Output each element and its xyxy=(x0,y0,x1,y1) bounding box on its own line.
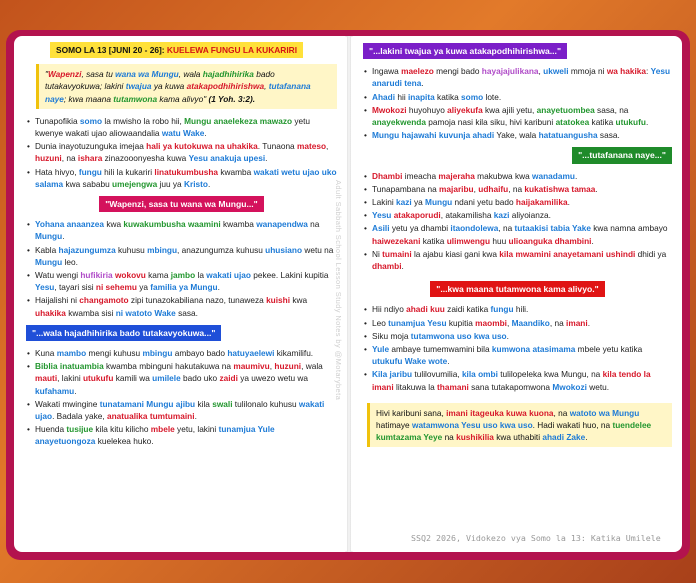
list-item: Yohana anaanzea kwa kuwakumbusha waamini… xyxy=(27,218,337,242)
lesson-title: SOMO LA 13 [JUNI 20 - 26]: KUELEWA FUNGU… xyxy=(50,42,304,59)
section-header-wapenzi: "Wapenzi, sasa tu wana wa Mungu..." xyxy=(99,196,264,213)
list-item: Mungu hajawahi kuvunja ahadi Yake, wala … xyxy=(364,129,672,141)
list-item: Biblia inatuambia kwamba mbinguni hakuta… xyxy=(27,360,337,397)
book-frame: SOMO LA 13 [JUNI 20 - 26]: KUELEWA FUNGU… xyxy=(6,30,690,560)
list-item: Leo tunamjua Yesu kupitia maombi, Maandi… xyxy=(364,317,672,329)
list-item: Ni tumaini la ajabu kiasi gani kwa kila … xyxy=(364,248,672,272)
left-page: SOMO LA 13 [JUNI 20 - 26]: KUELEWA FUNGU… xyxy=(14,36,347,552)
intro-list: Tunapofikia somo la mwisho la robo hii, … xyxy=(26,115,337,190)
list-item: Dhambi imeacha majeraha makubwa kwa wana… xyxy=(364,170,672,182)
list-item: Yule ambaye tumemwamini bila kumwona ata… xyxy=(364,343,672,367)
list-item: Kabla hajazungumza kuhusu mbingu, anazun… xyxy=(27,244,337,268)
section-header-twajua: "...lakini twajua ya kuwa atakapodhihiri… xyxy=(363,43,568,60)
page-footer: SSQ2 2026, Vidokezo vya Somo la 13: Kati… xyxy=(411,532,661,543)
list-item: Hii ndiyo ahadi kuu zaidi katika fungu h… xyxy=(364,303,672,315)
list-item: Ahadi hii inapita katika somo lote. xyxy=(364,91,672,103)
watermark-text: Adult Sabbath School Lesson Study Notes … xyxy=(334,180,343,401)
section2-list: Kuna mambo mengi kuhusu mbingu ambayo ba… xyxy=(26,347,337,448)
section-header-tutafanana: "...tutafanana naye..." xyxy=(572,147,672,164)
list-item: Kila jaribu tulilovumilia, kila ombi tul… xyxy=(364,368,672,392)
section-header-tutamwona: "...kwa maana tutamwona kama alivyo." xyxy=(430,281,605,298)
list-item: Asili yetu ya dhambi itaondolewa, na tut… xyxy=(364,222,672,246)
summary-box: Hivi karibuni sana, imani itageuka kuwa … xyxy=(367,402,672,448)
section5-list: Hii ndiyo ahadi kuu zaidi katika fungu h… xyxy=(363,303,672,392)
list-item: Tunapambana na majaribu, udhaifu, na kuk… xyxy=(364,183,672,195)
list-item: Dunia inayotuzunguka imejaa hali ya kuto… xyxy=(27,140,337,164)
section3-list: Ingawa maelezo mengi bado hayajajulikana… xyxy=(363,65,672,141)
list-item: Siku moja tutamwona uso kwa uso. xyxy=(364,330,672,342)
memory-verse-box: "Wapenzi, sasa tu wana wa Mungu, wala ha… xyxy=(36,64,337,109)
list-item: Kuna mambo mengi kuhusu mbingu ambayo ba… xyxy=(27,347,337,359)
section4-list: Dhambi imeacha majeraha makubwa kwa wana… xyxy=(363,170,672,273)
list-item: Watu wengi hufikiria wokovu kama jambo l… xyxy=(27,269,337,293)
list-item: Haijalishi ni changamoto zipi tunazokabi… xyxy=(27,294,337,318)
list-item: Yesu atakaporudi, atakamilisha kazi aliy… xyxy=(364,209,672,221)
list-item: Mwokozi huyohuyo aliyekufa kwa ajili yet… xyxy=(364,104,672,128)
list-item: Lakini kazi ya Mungu ndani yetu bado hai… xyxy=(364,196,672,208)
list-item: Huenda tusijue kila kitu kilicho mbele y… xyxy=(27,423,337,447)
list-item: Ingawa maelezo mengi bado hayajajulikana… xyxy=(364,65,672,89)
right-page: "...lakini twajua ya kuwa atakapodhihiri… xyxy=(351,36,682,552)
list-item: Tunapofikia somo la mwisho la robo hii, … xyxy=(27,115,337,139)
section1-list: Yohana anaanzea kwa kuwakumbusha waamini… xyxy=(26,218,337,319)
section-header-wala: "...wala hajadhihirika bado tutakavyokuw… xyxy=(26,324,222,342)
list-item: Wakati mwingine tunatamani Mungu ajibu k… xyxy=(27,398,337,422)
list-item: Hata hivyo, fungu hili la kukariri linat… xyxy=(27,166,337,190)
